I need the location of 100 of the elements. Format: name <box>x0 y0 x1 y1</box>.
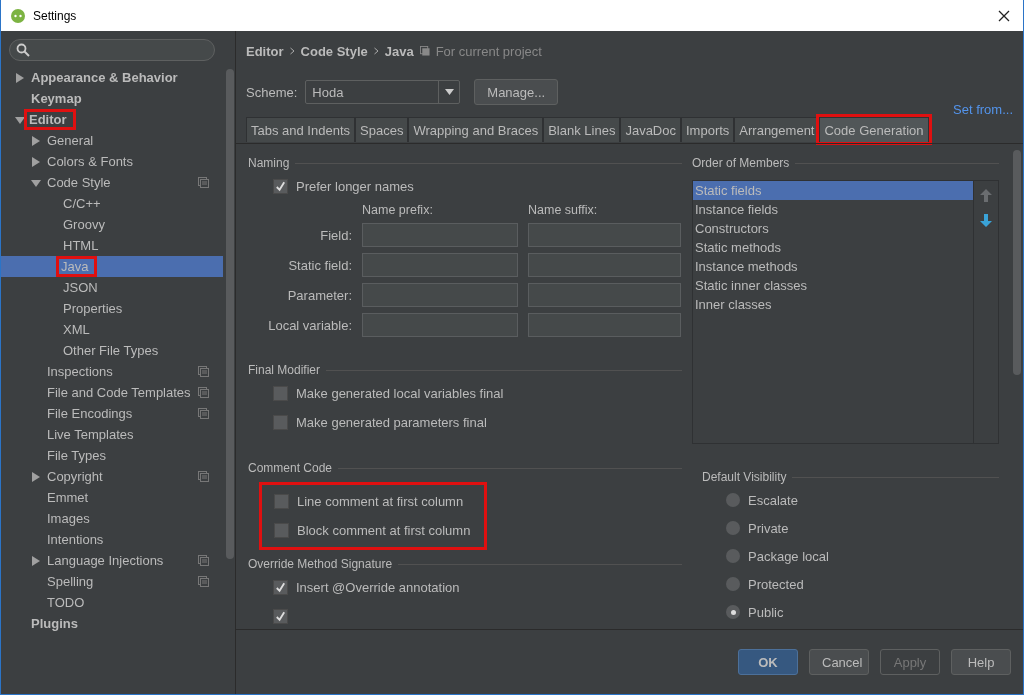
tree-item[interactable]: Intentions <box>1 529 223 550</box>
collapsed-arrow-icon[interactable] <box>31 156 41 167</box>
tree-item[interactable]: General <box>1 130 223 151</box>
dialog-button[interactable]: Help <box>951 649 1011 675</box>
checkbox[interactable] <box>274 494 289 509</box>
tree-item[interactable]: Spelling <box>1 571 223 592</box>
tree-item[interactable]: C/C++ <box>1 193 223 214</box>
tree-item[interactable]: Editor <box>1 109 223 130</box>
suffix-field[interactable] <box>528 253 681 277</box>
tree-label: Properties <box>63 301 124 316</box>
list-item[interactable]: Inner classes <box>693 295 973 314</box>
collapsed-arrow-icon[interactable] <box>15 72 25 83</box>
tree-item[interactable]: JSON <box>1 277 223 298</box>
tree-item[interactable]: Emmet <box>1 487 223 508</box>
collapsed-arrow-icon[interactable] <box>31 555 41 566</box>
tree-label: Colors & Fonts <box>47 154 134 169</box>
suffix-field[interactable] <box>528 223 681 247</box>
tree-item[interactable]: TODO <box>1 592 223 613</box>
radio-button[interactable] <box>726 605 740 619</box>
tree-label: Appearance & Behavior <box>31 70 179 85</box>
tree-item[interactable]: Images <box>1 508 223 529</box>
tree-item[interactable]: Inspections <box>1 361 223 382</box>
checkbox[interactable] <box>273 609 288 624</box>
tree-item[interactable]: XML <box>1 319 223 340</box>
checkbox[interactable] <box>274 523 289 538</box>
scrollbar[interactable] <box>226 69 234 559</box>
tree-label: Language Injections <box>47 553 165 568</box>
tree-item[interactable]: Properties <box>1 298 223 319</box>
tree-label: Inspections <box>47 364 114 379</box>
radio-button[interactable] <box>726 521 740 535</box>
tree-label: General <box>47 133 95 148</box>
prefix-field[interactable] <box>362 313 518 337</box>
checkbox[interactable] <box>273 386 288 401</box>
radio-button[interactable] <box>726 493 740 507</box>
scheme-dropdown[interactable]: Hoda <box>305 80 461 104</box>
tree-label: Images <box>47 511 91 526</box>
chevron-icon <box>289 47 295 55</box>
tab[interactable]: Imports <box>681 117 735 142</box>
tree-label: Intentions <box>47 532 105 547</box>
collapsed-arrow-icon[interactable] <box>31 471 41 482</box>
tree-label: Keymap <box>31 91 83 106</box>
move-down-icon[interactable] <box>980 214 992 227</box>
tree-label: Live Templates <box>47 427 135 442</box>
tree-item[interactable]: Code Style <box>1 172 223 193</box>
list-item[interactable]: Static methods <box>693 238 973 257</box>
expanded-arrow-icon[interactable] <box>31 177 41 188</box>
tree-item[interactable]: Other File Types <box>1 340 223 361</box>
section-title: Order of Members <box>692 156 790 170</box>
list-item[interactable]: Static inner classes <box>693 276 973 295</box>
tree-item[interactable]: Copyright <box>1 466 223 487</box>
search-field[interactable] <box>9 39 215 61</box>
checkbox[interactable] <box>273 179 288 194</box>
tree-item[interactable]: Colors & Fonts <box>1 151 223 172</box>
suffix-field[interactable] <box>528 313 681 337</box>
scheme-label: Scheme: <box>246 84 298 100</box>
expanded-arrow-icon[interactable] <box>15 114 25 125</box>
checkbox[interactable] <box>273 580 288 595</box>
tree-item[interactable]: Language Injections <box>1 550 223 571</box>
tab[interactable]: Wrapping and Braces <box>408 117 544 142</box>
close-icon[interactable] <box>998 9 1010 22</box>
tree-item[interactable]: File Types <box>1 445 223 466</box>
dialog-button[interactable]: OK <box>738 649 798 675</box>
scrollbar[interactable] <box>1013 150 1021 375</box>
set-from-link[interactable]: Set from... <box>953 102 1013 117</box>
tree-label: Groovy <box>63 217 106 232</box>
tab[interactable]: Tabs and Indents <box>246 117 356 142</box>
tab[interactable]: Code Generation <box>819 117 929 142</box>
tree-item[interactable]: Live Templates <box>1 424 223 445</box>
tree-item[interactable]: HTML <box>1 235 223 256</box>
radio-button[interactable] <box>726 577 740 591</box>
tree-label: Editor <box>27 112 73 127</box>
list-item[interactable]: Instance fields <box>693 200 973 219</box>
tree-item[interactable]: File and Code Templates <box>1 382 223 403</box>
radio-button[interactable] <box>726 549 740 563</box>
prefix-field[interactable] <box>362 253 518 277</box>
tab[interactable]: Spaces <box>355 117 409 142</box>
checkbox[interactable] <box>273 415 288 430</box>
move-up-icon[interactable] <box>980 189 992 202</box>
suffix-field[interactable] <box>528 283 681 307</box>
tree-item[interactable]: Keymap <box>1 88 223 109</box>
tree-label: Code Style <box>47 175 112 190</box>
prefix-field[interactable] <box>362 283 518 307</box>
collapsed-arrow-icon[interactable] <box>31 135 41 146</box>
dialog-button[interactable]: Cancel <box>809 649 869 675</box>
list-item[interactable]: Constructors <box>693 219 973 238</box>
manage-button[interactable]: Manage... <box>474 79 559 105</box>
prefix-field[interactable] <box>362 223 518 247</box>
tab[interactable]: Blank Lines <box>543 117 621 142</box>
tab[interactable]: JavaDoc <box>620 117 681 142</box>
tree-item[interactable]: Appearance & Behavior <box>1 67 223 88</box>
tree-label: Other File Types <box>63 343 160 358</box>
search-icon <box>16 43 30 57</box>
section-title: Final Modifier <box>248 363 321 377</box>
radio-label: Protected <box>748 576 804 592</box>
tree-item[interactable]: Plugins <box>1 613 223 634</box>
project-scope-icon <box>419 46 430 56</box>
tree-item[interactable]: Groovy <box>1 214 223 235</box>
tree-label: XML <box>63 322 91 337</box>
tree-item[interactable]: File Encodings <box>1 403 223 424</box>
list-item[interactable]: Instance methods <box>693 257 973 276</box>
